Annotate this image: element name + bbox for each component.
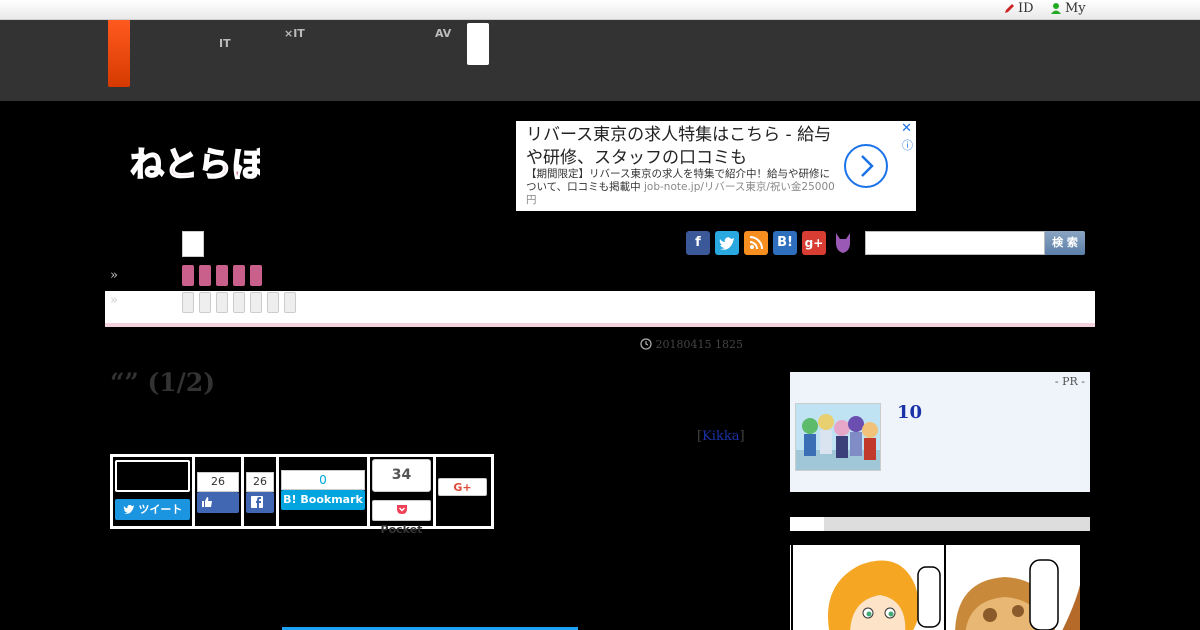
nettorabo-logo-image: ねとらぼ	[129, 144, 267, 186]
pocket-share: 34 Pocket	[370, 457, 433, 536]
site-header: IT ×IT AV	[0, 20, 1200, 101]
raquo-2: »	[110, 293, 118, 308]
subcategory-1[interactable]	[182, 292, 194, 313]
bookmark-button[interactable]: B! Bookmark	[281, 490, 365, 510]
my-link[interactable]: My	[1050, 1, 1086, 16]
google-plus-icon[interactable]: g+	[802, 231, 826, 255]
category-4[interactable]	[233, 265, 245, 286]
search-input[interactable]	[865, 231, 1045, 255]
ad-arrow-button[interactable]	[844, 144, 888, 188]
author-byline: [Kikka]	[697, 429, 745, 444]
gplus-button[interactable]: G+	[438, 478, 487, 496]
facebook-like: 26	[195, 457, 241, 526]
like-button[interactable]	[197, 492, 239, 513]
id-label: ID	[1018, 1, 1034, 16]
ad-banner[interactable]: リバース東京の求人特集はこちら - 給与や研修、スタッフの口コミも 【期間限定】…	[516, 121, 916, 211]
pocket-icon	[396, 505, 407, 514]
share-buttons: ツイート 26 26 0 B! Bookmark 34 Pocket G+	[110, 454, 494, 536]
ad-headline[interactable]: リバース東京の求人特集はこちら - 給与や研修、スタッフの口コミも	[526, 124, 846, 170]
subcategory-2[interactable]	[199, 292, 211, 313]
nettorabo-logo[interactable]: ねとらぼ	[128, 138, 267, 194]
fb-share-button[interactable]	[246, 492, 274, 513]
category-home-box[interactable]	[182, 231, 204, 257]
nav-box[interactable]	[467, 23, 489, 65]
tweet-label: ツイート	[138, 503, 183, 516]
ad-body: 【期間限定】リバース東京の求人を特集で紹介中！給与や研修について、口コミも掲載中…	[526, 168, 836, 207]
article-title: “” (1/2)	[110, 368, 216, 397]
like-count: 26	[197, 472, 239, 492]
pocket-label: Pocket	[380, 523, 423, 536]
manga-illustration-image	[790, 545, 1080, 630]
thumbs-up-icon	[202, 497, 212, 507]
date-text: 20180415 1825	[655, 338, 743, 351]
subcategory-3[interactable]	[216, 292, 228, 313]
itmedia-tab[interactable]	[108, 20, 130, 87]
gplus-share: G+	[436, 457, 491, 526]
cat-glyph-icon	[836, 233, 850, 253]
nav-item-2-bottom: ×IT	[284, 27, 305, 40]
bookmark-label: Bookmark	[300, 493, 363, 506]
subcategory-7[interactable]	[284, 292, 296, 313]
category-1[interactable]	[182, 265, 194, 286]
pr-title[interactable]: 10	[897, 402, 922, 423]
rss-glyph-icon	[749, 236, 763, 250]
chevron-right-icon	[861, 155, 874, 177]
rss-icon[interactable]	[744, 231, 768, 255]
bookmark-count: 0	[281, 470, 365, 490]
ad-info-icon[interactable]: ⓘ	[902, 137, 913, 153]
nav-item-3-top: AV	[435, 27, 452, 40]
pocket-button[interactable]: Pocket	[372, 500, 431, 536]
pencil-icon	[1005, 4, 1014, 13]
pr-label: - PR -	[1054, 375, 1085, 388]
fb-share-count: 26	[246, 472, 274, 492]
my-label: My	[1065, 1, 1086, 16]
nav-item-3[interactable]: AV	[435, 28, 451, 39]
utility-bar: ID My	[0, 0, 1200, 20]
twitter-share: ツイート	[113, 457, 192, 526]
pr-thumbnail[interactable]	[795, 403, 881, 471]
manga-banner[interactable]	[790, 545, 1080, 630]
author-bracket-close: ]	[739, 429, 745, 444]
category-2[interactable]	[199, 265, 211, 286]
category-3[interactable]	[216, 265, 228, 286]
pr-box: - PR - 10	[790, 372, 1090, 492]
twitter-bird-icon	[123, 504, 134, 514]
pocket-count: 34	[372, 459, 431, 492]
nav-item-2[interactable]: ×IT	[284, 28, 305, 39]
nav-item-1-bottom: IT	[219, 37, 231, 50]
facebook-icon[interactable]: f	[686, 231, 710, 255]
hatena-share: 0 B! Bookmark	[279, 457, 367, 526]
facebook-f-icon	[251, 496, 263, 508]
svg-text:ねとらぼ: ねとらぼ	[130, 145, 260, 185]
category-5[interactable]	[250, 265, 262, 286]
clock-icon	[640, 338, 652, 350]
bird-icon	[719, 237, 734, 250]
subcategory-4[interactable]	[233, 292, 245, 313]
sidebar-tabs	[790, 517, 1090, 531]
hatena-bookmark-icon[interactable]: B!	[773, 231, 797, 255]
user-icon	[1051, 3, 1061, 14]
twitter-icon[interactable]	[715, 231, 739, 255]
subcategory-6[interactable]	[267, 292, 279, 313]
ad-close-icon[interactable]: ✕	[901, 121, 912, 136]
publish-date: 20180415 1825	[640, 338, 743, 351]
anime-characters-image	[796, 404, 880, 470]
raquo-1: »	[110, 268, 118, 283]
sidebar-tab-active[interactable]	[790, 517, 824, 531]
subcategory-5[interactable]	[250, 292, 262, 313]
tweet-count-box	[115, 460, 190, 492]
id-link[interactable]: ID	[1003, 1, 1034, 16]
search-button[interactable]: 検 索	[1045, 231, 1085, 255]
cat-icon[interactable]	[831, 231, 855, 255]
facebook-share: 26	[244, 457, 276, 526]
tweet-button[interactable]: ツイート	[115, 499, 190, 520]
author-link[interactable]: Kikka	[702, 429, 739, 444]
nav-item-1[interactable]: IT	[219, 28, 231, 49]
hatena-b-icon: B!	[283, 493, 297, 506]
